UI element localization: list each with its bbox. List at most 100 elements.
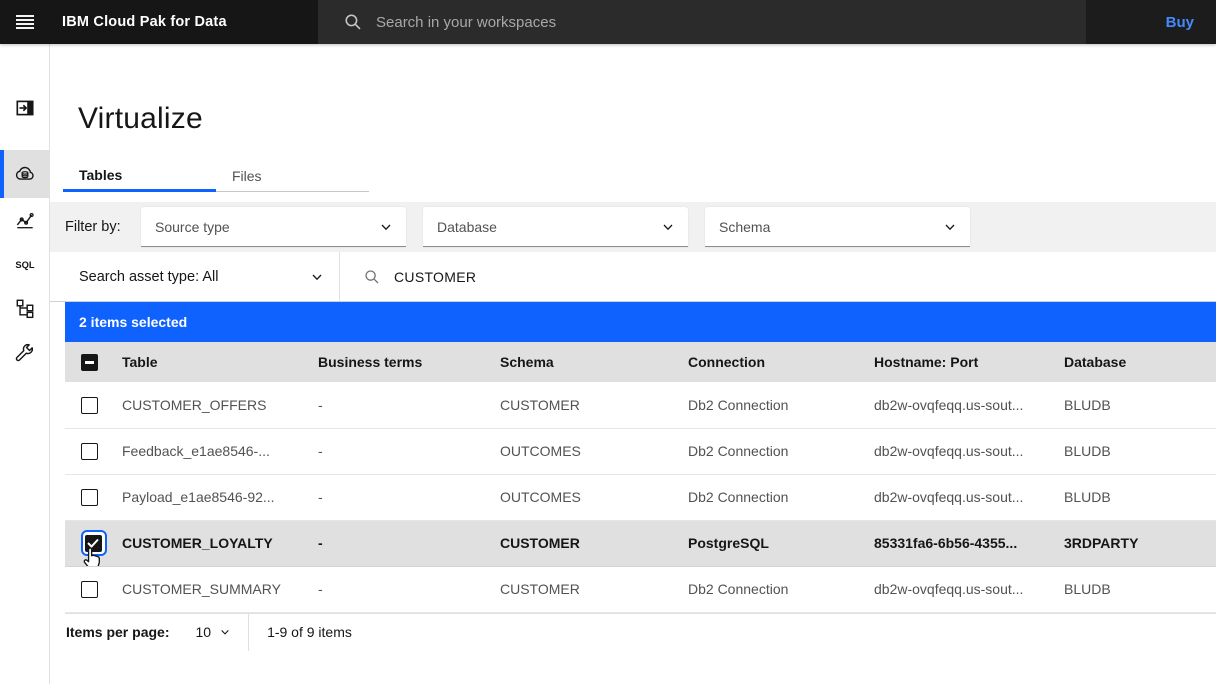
hostname-port-cell: 85331fa6-6b56-4355... <box>874 520 1064 566</box>
table-row[interactable]: Payload_e1ae8546-92...-OUTCOMESDb2 Conne… <box>65 474 1216 520</box>
business-terms-cell: - <box>318 520 500 566</box>
table-row[interactable]: CUSTOMER_LOYALTY-CUSTOMERPostgreSQL85331… <box>65 520 1216 566</box>
left-nav-sidebar: SQL <box>0 44 50 684</box>
table-row[interactable]: CUSTOMER_SUMMARY-CUSTOMERDb2 Connectiond… <box>65 566 1216 612</box>
items-per-page-select[interactable]: 10 <box>183 614 248 651</box>
sidebar-item-data-flow[interactable] <box>0 286 49 330</box>
assets-table: Table Business terms Schema Connection H… <box>65 342 1216 613</box>
chevron-down-icon <box>944 221 956 233</box>
hamburger-menu-icon[interactable] <box>0 0 50 44</box>
open-side-panel-icon <box>14 97 36 119</box>
wrench-settings-icon <box>14 341 36 363</box>
chevron-down-icon <box>220 627 230 637</box>
row-checkbox-cell <box>65 474 122 520</box>
sidebar-item-analytics[interactable] <box>0 198 49 242</box>
hostname-port-cell: db2w-ovqfeqq.us-sout... <box>874 382 1064 428</box>
pagination-range-text: 1-9 of 9 items <box>249 624 352 640</box>
pagination-bar: Items per page: 10 1-9 of 9 items <box>65 613 1216 651</box>
schema-cell: OUTCOMES <box>500 428 688 474</box>
column-header-table[interactable]: Table <box>122 342 318 382</box>
sidebar-item-virtualization[interactable] <box>0 150 49 198</box>
column-header-business-terms[interactable]: Business terms <box>318 342 500 382</box>
connection-cell: Db2 Connection <box>688 566 874 612</box>
filter-bar: Filter by: Source type Database Schema <box>50 202 1216 252</box>
database-dropdown[interactable]: Database <box>423 207 688 247</box>
tab-tables[interactable]: Tables <box>63 160 216 192</box>
table-name-cell: Payload_e1ae8546-92... <box>122 474 318 520</box>
database-cell: BLUDB <box>1064 382 1216 428</box>
table-row[interactable]: Feedback_e1ae8546-...-OUTCOMESDb2 Connec… <box>65 428 1216 474</box>
column-header-database[interactable]: Database <box>1064 342 1216 382</box>
row-checkbox-cell <box>65 428 122 474</box>
database-cell: BLUDB <box>1064 474 1216 520</box>
app-title: IBM Cloud Pak for Data <box>50 0 318 44</box>
tab-bar: Tables Files <box>63 160 1216 192</box>
row-checkbox[interactable] <box>81 397 98 414</box>
column-header-hostname-port[interactable]: Hostname: Port <box>874 342 1064 382</box>
analytics-chart-icon <box>14 209 36 231</box>
global-search-placeholder: Search in your workspaces <box>376 14 556 31</box>
sidebar-item-sql-editor[interactable]: SQL <box>0 242 49 286</box>
table-header-row: Table Business terms Schema Connection H… <box>65 342 1216 382</box>
data-virtualization-cloud-db-icon <box>14 163 36 185</box>
sidebar-item-open-panel[interactable] <box>0 86 49 130</box>
asset-search-bar: Search asset type: All CUSTOMER <box>50 252 1216 302</box>
page-title: Virtualize <box>78 102 1216 136</box>
batch-selection-banner: 2 items selected <box>65 302 1216 342</box>
svg-text:SQL: SQL <box>15 260 35 270</box>
connection-cell: PostgreSQL <box>688 520 874 566</box>
search-icon <box>364 269 380 285</box>
table-name-cell: CUSTOMER_SUMMARY <box>122 566 318 612</box>
column-header-schema[interactable]: Schema <box>500 342 688 382</box>
schema-cell: CUSTOMER <box>500 520 688 566</box>
table-row[interactable]: CUSTOMER_OFFERS-CUSTOMERDb2 Connectiondb… <box>65 382 1216 428</box>
data-flow-icon <box>14 297 36 319</box>
header-right-section: Buy <box>1086 0 1216 44</box>
connection-cell: Db2 Connection <box>688 474 874 520</box>
hostname-port-cell: db2w-ovqfeqq.us-sout... <box>874 474 1064 520</box>
database-cell: 3RDPARTY <box>1064 520 1216 566</box>
connection-cell: Db2 Connection <box>688 428 874 474</box>
selection-count-text: 2 items selected <box>79 314 187 330</box>
chevron-down-icon <box>311 271 323 283</box>
table-body: CUSTOMER_OFFERS-CUSTOMERDb2 Connectiondb… <box>65 382 1216 612</box>
database-cell: BLUDB <box>1064 566 1216 612</box>
row-checkbox-cell <box>65 520 122 566</box>
business-terms-cell: - <box>318 474 500 520</box>
select-all-checkbox[interactable] <box>81 354 98 371</box>
row-checkbox[interactable] <box>81 489 98 506</box>
column-header-connection[interactable]: Connection <box>688 342 874 382</box>
schema-cell: CUSTOMER <box>500 566 688 612</box>
schema-cell: OUTCOMES <box>500 474 688 520</box>
row-checkbox[interactable] <box>81 443 98 460</box>
table-name-cell: Feedback_e1ae8546-... <box>122 428 318 474</box>
sql-editor-icon: SQL <box>14 253 36 275</box>
database-cell: BLUDB <box>1064 428 1216 474</box>
asset-search-input[interactable]: CUSTOMER <box>340 252 1216 301</box>
source-type-dropdown[interactable]: Source type <box>141 207 406 247</box>
asset-type-dropdown[interactable]: Search asset type: All <box>65 252 340 301</box>
business-terms-cell: - <box>318 382 500 428</box>
business-terms-cell: - <box>318 566 500 612</box>
hostname-port-cell: db2w-ovqfeqq.us-sout... <box>874 566 1064 612</box>
row-checkbox-cell <box>65 382 122 428</box>
schema-dropdown[interactable]: Schema <box>705 207 970 247</box>
filter-by-label: Filter by: <box>65 219 127 235</box>
items-per-page-label: Items per page: <box>66 624 169 640</box>
hostname-port-cell: db2w-ovqfeqq.us-sout... <box>874 428 1064 474</box>
business-terms-cell: - <box>318 428 500 474</box>
tab-files[interactable]: Files <box>216 160 369 192</box>
global-search-input[interactable]: Search in your workspaces <box>318 0 1086 44</box>
row-checkbox[interactable] <box>81 581 98 598</box>
table-name-cell: CUSTOMER_OFFERS <box>122 382 318 428</box>
connection-cell: Db2 Connection <box>688 382 874 428</box>
search-icon <box>344 13 362 31</box>
buy-link[interactable]: Buy <box>1166 14 1194 31</box>
sidebar-item-tools[interactable] <box>0 330 49 374</box>
chevron-down-icon <box>380 221 392 233</box>
row-checkbox-cell <box>65 566 122 612</box>
row-checkbox[interactable] <box>85 535 102 552</box>
schema-cell: CUSTOMER <box>500 382 688 428</box>
chevron-down-icon <box>662 221 674 233</box>
asset-search-value: CUSTOMER <box>394 269 476 285</box>
